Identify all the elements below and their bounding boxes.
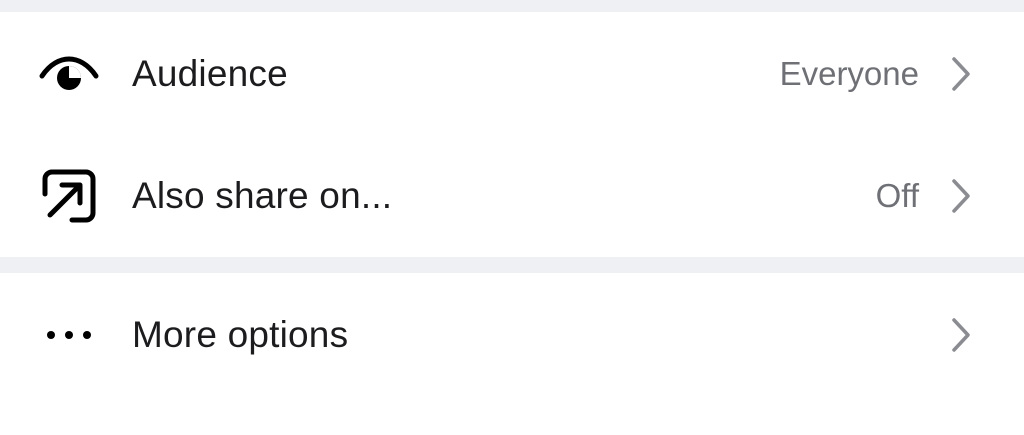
more-options-label: More options — [132, 314, 349, 355]
chevron-right-icon — [948, 54, 974, 94]
settings-group-secondary: More options — [0, 273, 1024, 397]
chevron-right-icon — [948, 176, 974, 216]
chevron-right-icon — [948, 315, 974, 355]
audience-label: Audience — [132, 52, 288, 94]
audience-value: Everyone — [779, 54, 919, 92]
top-separator — [0, 0, 1024, 12]
also-share-on-label: Also share on... — [132, 175, 393, 216]
share-arrow-icon — [38, 165, 100, 227]
also-share-on-row[interactable]: Also share on... Off — [0, 135, 1024, 257]
section-separator — [0, 257, 1024, 273]
eye-icon — [38, 43, 100, 105]
audience-row[interactable]: Audience Everyone — [0, 12, 1024, 135]
more-dots-icon — [38, 304, 100, 366]
more-options-row[interactable]: More options — [0, 273, 1024, 397]
also-share-on-value: Off — [875, 177, 919, 214]
post-settings-screen: Audience Everyone Also share on... Off M… — [0, 0, 1024, 435]
settings-group-primary: Audience Everyone Also share on... Off — [0, 12, 1024, 257]
